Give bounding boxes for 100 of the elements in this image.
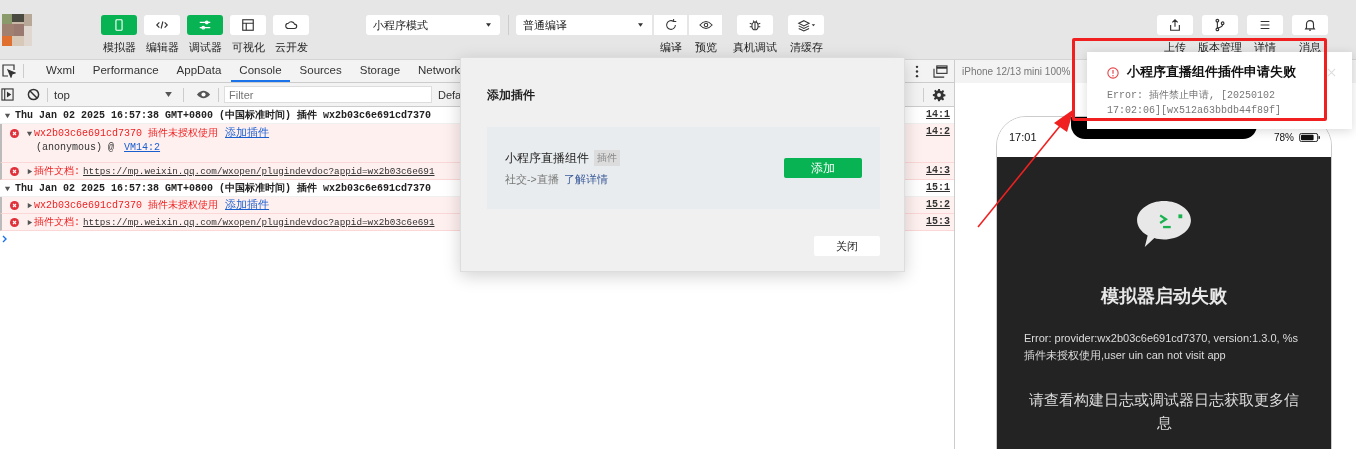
phone-icon: [112, 18, 126, 32]
action-label: 编译: [659, 40, 682, 55]
devtools-tab[interactable]: Sources: [291, 60, 350, 82]
source-location-link[interactable]: 15:2: [926, 199, 950, 210]
refresh-button[interactable]: [654, 15, 687, 35]
toolbar-label: 上传: [1164, 40, 1186, 55]
eye-button[interactable]: [689, 15, 722, 35]
notification-message: Error: 插件禁止申请, [20250102 17:02:06][wx512a63bbdb44f89f]: [1107, 88, 1283, 118]
plugin-name: 小程序直播组件: [505, 149, 589, 167]
view-label: 调试器: [188, 40, 222, 55]
prompt-icon: [2, 235, 8, 243]
doc-url-link[interactable]: https://mp.weixin.qq.com/wxopen/plugindevdoc?appid=wx2b03c6e691: [83, 165, 435, 177]
source-location-link[interactable]: 15:3: [926, 216, 950, 227]
levels-select[interactable]: Defa: [438, 88, 462, 101]
doc-url-link[interactable]: https://mp.weixin.qq.com/wxopen/plugindevdoc?appid=wx2b03c6e691: [83, 216, 435, 228]
view-label: 编辑器: [145, 40, 179, 55]
view-label: 可视化: [231, 40, 265, 55]
action-label: 真机调试: [733, 40, 777, 55]
error-icon: [10, 166, 19, 176]
source-location-link[interactable]: 14:3: [926, 165, 950, 176]
caret-icon: [165, 92, 172, 97]
upload-button[interactable]: [1157, 15, 1193, 35]
mode-select[interactable]: 小程序模式: [366, 15, 500, 35]
add-plugin-link[interactable]: 添加插件: [225, 198, 270, 212]
notification-title: 小程序直播组件插件申请失败: [1127, 64, 1296, 81]
eye-icon: [698, 18, 713, 32]
upload-icon: [1168, 18, 1182, 32]
expand-arrow-icon[interactable]: [26, 167, 33, 175]
close-button[interactable]: 关闭: [814, 236, 880, 256]
cloud-icon: [284, 18, 298, 32]
layout-view-button[interactable]: [230, 15, 266, 35]
more-icon[interactable]: [915, 64, 919, 78]
compile-select[interactable]: 普通编译: [516, 15, 652, 35]
sidebar-icon[interactable]: [1, 88, 14, 101]
battery-icon: [1299, 132, 1321, 142]
log-group-header: Thu Jan 02 2025 16:57:38 GMT+0800 (中国标准时间) 插件 wx2b03c6e691cd7370: [15, 181, 432, 195]
device-label[interactable]: iPhone 12/13 mini 100%: [962, 66, 1071, 77]
warning-icon: [1107, 66, 1119, 79]
devtools-tab[interactable]: Wxml: [38, 60, 83, 82]
log-group-header: Thu Jan 02 2025 16:57:38 GMT+0800 (中国标准时间) 插件 wx2b03c6e691cd7370: [15, 108, 432, 122]
doc-label: 插件文档:: [34, 215, 80, 229]
battery-percent: 78%: [1274, 131, 1294, 143]
branch-button[interactable]: [1202, 15, 1238, 35]
error-icon: [10, 217, 19, 227]
filter-field[interactable]: Filter: [224, 86, 432, 103]
action-label: 预览: [694, 40, 717, 55]
plugin-tag: 插件: [594, 150, 620, 166]
source-location-link[interactable]: 15:1: [926, 182, 950, 193]
devtools-tab[interactable]: Network: [410, 60, 469, 82]
stack-link[interactable]: VM14:2: [124, 142, 161, 153]
cloud-view-button[interactable]: [273, 15, 309, 35]
caret-icon: [638, 23, 643, 27]
bug-button[interactable]: [737, 15, 773, 35]
expand-arrow-icon[interactable]: [26, 129, 33, 137]
dialog-title: 添加插件: [487, 88, 536, 103]
layout-icon: [241, 18, 255, 32]
undock-icon[interactable]: [933, 64, 948, 78]
action-label: 清缓存: [789, 40, 823, 55]
caret-icon: [486, 23, 491, 27]
settings-icon[interactable]: [932, 87, 946, 102]
menu-button[interactable]: [1247, 15, 1283, 35]
status-time: 17:01: [1009, 131, 1037, 143]
layers-icon: [796, 18, 816, 32]
clear-icon[interactable]: [27, 88, 40, 101]
learn-more-link[interactable]: 了解详情: [563, 172, 608, 187]
bell-icon: [1303, 18, 1317, 32]
bell-button[interactable]: [1292, 15, 1328, 35]
toolbar-label: 详情: [1254, 40, 1276, 55]
sliders-view-button[interactable]: [187, 15, 223, 35]
expand-arrow-icon[interactable]: [4, 184, 11, 192]
refresh-icon: [663, 18, 678, 32]
devtools-tab[interactable]: Performance: [84, 60, 167, 82]
source-location-link[interactable]: 14:1: [926, 109, 950, 120]
code-view-button[interactable]: [144, 15, 180, 35]
error-description: Error: provider:wx2b03c6e691cd7370, version:1.3.0, %s 插件未授权使用,user uin can not visit app: [1024, 331, 1299, 363]
inspect-icon[interactable]: [2, 64, 16, 78]
error-title: 模拟器启动失败: [1101, 285, 1227, 308]
expand-arrow-icon[interactable]: [4, 111, 11, 119]
error-icon: [10, 200, 19, 210]
doc-label: 插件文档:: [34, 164, 80, 178]
error-message: wx2b03c6e691cd7370 插件未授权使用: [34, 127, 219, 140]
error-hint: 请查看构建日志或调试器日志获取更多信息: [1028, 390, 1300, 433]
view-label: 模拟器: [102, 40, 136, 55]
plugin-category: 社交->直播: [505, 172, 559, 187]
menu-icon: [1258, 18, 1272, 32]
bug-icon: [748, 18, 762, 32]
layers-button[interactable]: [788, 15, 824, 35]
eye-icon[interactable]: [196, 88, 211, 101]
devtools-tab[interactable]: AppData: [168, 60, 230, 82]
context-select[interactable]: top: [54, 85, 176, 104]
branch-icon: [1213, 18, 1227, 32]
add-plugin-link[interactable]: 添加插件: [225, 126, 270, 140]
stack-caller: (anonymous) @: [36, 142, 114, 153]
source-location-link[interactable]: 14:2: [926, 126, 950, 137]
error-message: wx2b03c6e691cd7370 插件未授权使用: [34, 199, 219, 212]
expand-arrow-icon[interactable]: [26, 218, 33, 226]
devtools-tab[interactable]: Storage: [351, 60, 409, 82]
sliders-icon: [198, 18, 212, 32]
toolbar-label: 版本管理: [1198, 40, 1242, 55]
expand-arrow-icon[interactable]: [26, 201, 33, 209]
